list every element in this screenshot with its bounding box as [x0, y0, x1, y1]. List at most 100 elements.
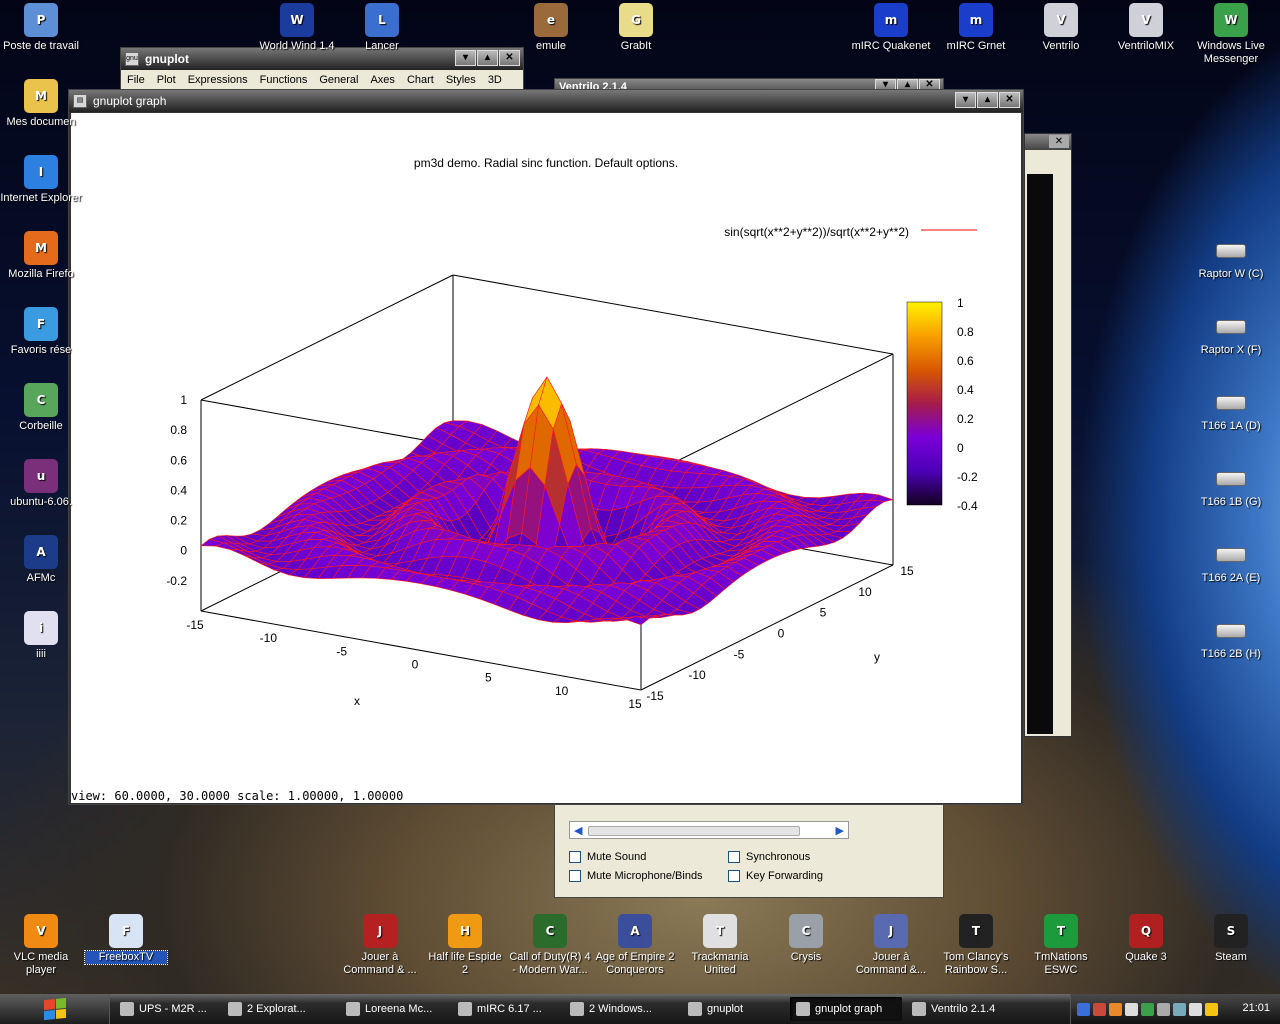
menu-item-styles[interactable]: Styles [440, 74, 482, 86]
menu-item-chart[interactable]: Chart [401, 74, 440, 86]
menu-item-plot[interactable]: Plot [151, 74, 182, 86]
z-tick-label: 0.2 [170, 514, 187, 528]
desktop-icon[interactable]: e emule [510, 3, 592, 53]
gnuplot-window[interactable]: gnu gnuplot ▾ ▴ ✕ File Plot Expressions Funct… [120, 47, 524, 91]
maximize-button[interactable]: ▴ [977, 92, 998, 108]
close-button[interactable]: ✕ [999, 92, 1020, 108]
graph-titlebar[interactable]: ▤ gnuplot graph ▾ ▴ ✕ [69, 90, 1023, 112]
desktop-icon[interactable]: T Tom Clancy's Rainbow S... [935, 914, 1017, 977]
taskbar-button[interactable]: UPS - M2R ... [114, 997, 218, 1021]
taskbar-button[interactable]: 2 Windows... [564, 997, 678, 1021]
desktop-icon[interactable]: u ubuntu-6.06. [0, 459, 82, 509]
checkbox-label: Key Forwarding [746, 870, 824, 882]
desktop-icon[interactable]: F Favoris rése [0, 307, 82, 357]
desktop-icon[interactable]: A Age of Empire 2 Conquerors [594, 914, 676, 977]
taskbar-button[interactable]: Loreena Mc... [340, 997, 448, 1021]
desktop-icon[interactable]: C Call of Duty(R) 4 - Modern War... [509, 914, 591, 977]
desktop-icon[interactable]: L Lancer [341, 3, 423, 53]
desktop-icon[interactable]: Q Quake 3 [1105, 914, 1187, 964]
menu-item-file[interactable]: File [121, 74, 151, 86]
desktop-icon[interactable]: F FreeboxTV [84, 914, 168, 965]
desktop-icon[interactable]: I Internet Explorer [0, 155, 82, 205]
z-tick-label: 0.4 [170, 483, 187, 497]
colorbar-tick-label: 0.4 [957, 383, 974, 397]
desktop-icon[interactable]: J Jouer à Command &... [850, 914, 932, 977]
desktop-icon-label: Raptor W (C) [1198, 268, 1264, 280]
desktop-icon[interactable]: A AFMc [0, 535, 82, 585]
desktop-icon[interactable]: T166 2B (H) [1190, 618, 1272, 661]
taskbar-button[interactable]: Ventrilo 2.1.4 [906, 997, 1018, 1021]
scroll-thumb[interactable] [588, 826, 800, 836]
background-window[interactable]: ✕ [1024, 133, 1072, 737]
menu-item-general[interactable]: General [313, 74, 364, 86]
desktop-icon[interactable]: M Mozilla Firefo [0, 231, 82, 281]
start-button[interactable] [0, 994, 110, 1024]
taskbar-button[interactable]: gnuplot [682, 997, 786, 1021]
menu-item-functions[interactable]: Functions [254, 74, 314, 86]
x-tick-label: 10 [555, 684, 569, 698]
tray-icon[interactable] [1141, 1002, 1154, 1016]
minimize-button[interactable]: ▾ [955, 92, 976, 108]
desktop-icon[interactable]: S Steam [1190, 914, 1272, 964]
winrar-icon: u [24, 459, 58, 493]
desktop-icon[interactable]: M Mes documen [0, 79, 82, 129]
desktop-icon[interactable]: J Jouer à Command & ... [339, 914, 421, 977]
taskbar-button[interactable]: gnuplot graph [790, 997, 902, 1021]
scroll-left-arrow[interactable]: ◀ [574, 824, 582, 837]
mute-microphone-checkbox[interactable]: Mute Microphone/Binds [569, 870, 703, 882]
desktop-icon[interactable]: V Ventrilo [1020, 3, 1102, 53]
menu-item-3d[interactable]: 3D [482, 74, 508, 86]
tray-icon[interactable] [1173, 1002, 1186, 1016]
desktop-icon[interactable]: V VentriloMIX [1105, 3, 1187, 53]
desktop-icon[interactable]: G GrabIt [595, 3, 677, 53]
maximize-button[interactable]: ▴ [477, 50, 498, 66]
desktop-icon[interactable]: T TmNations ESWC [1020, 914, 1102, 977]
background-window-titlebar[interactable]: ✕ [1025, 134, 1071, 150]
menu-item-axes[interactable]: Axes [364, 74, 400, 86]
quake-icon: Q [1129, 914, 1163, 948]
desktop-icon[interactable]: Raptor X (F) [1190, 314, 1272, 357]
desktop-icon[interactable]: T166 1B (G) [1190, 466, 1272, 509]
desktop-icon[interactable]: m mIRC Grnet [935, 3, 1017, 53]
key-forwarding-checkbox[interactable]: Key Forwarding [728, 870, 823, 882]
gnuplot-graph-window[interactable]: ▤ gnuplot graph ▾ ▴ ✕ pm3d demo. Radial si… [68, 89, 1024, 805]
menu-item-expressions[interactable]: Expressions [182, 74, 254, 86]
desktop-icon[interactable]: C Corbeille [0, 383, 82, 433]
checkbox-box[interactable] [569, 851, 581, 863]
synchronous-checkbox[interactable]: Synchronous [728, 851, 810, 863]
desktop-icon[interactable]: P Poste de travail [0, 3, 82, 53]
desktop-icon[interactable]: T166 2A (E) [1190, 542, 1272, 585]
tray-icon[interactable] [1157, 1002, 1170, 1016]
windows-logo-icon [43, 997, 66, 1021]
tray-icon[interactable] [1205, 1002, 1218, 1016]
tray-icon[interactable] [1109, 1002, 1122, 1016]
desktop-icon[interactable]: T166 1A (D) [1190, 390, 1272, 433]
plot-area[interactable]: pm3d demo. Radial sinc function. Default… [71, 113, 1021, 803]
tray-icon[interactable] [1077, 1002, 1090, 1016]
checkbox-box[interactable] [728, 870, 740, 882]
desktop-icon[interactable]: Raptor W (C) [1190, 238, 1272, 281]
x-tick-label: -15 [186, 618, 204, 632]
desktop-icon[interactable]: m mIRC Quakenet [850, 3, 932, 53]
x-tick-label: 0 [412, 658, 419, 672]
desktop-icon[interactable]: W Windows Live Messenger [1190, 3, 1272, 66]
desktop-icon-label: iiii [36, 648, 46, 660]
taskbar-button[interactable]: 2 Explorat... [222, 997, 336, 1021]
scroll-right-arrow[interactable]: ▶ [836, 824, 844, 837]
mute-sound-checkbox[interactable]: Mute Sound [569, 851, 646, 863]
close-button[interactable]: ✕ [1049, 135, 1069, 148]
desktop-icon[interactable]: V VLC media player [0, 914, 82, 977]
desktop-icon[interactable]: i iiii [0, 611, 82, 661]
tray-icon[interactable] [1189, 1002, 1202, 1016]
minimize-button[interactable]: ▾ [455, 50, 476, 66]
ventrilo-scrollbar[interactable]: ◀ ▶ [569, 821, 849, 839]
desktop-icon[interactable]: H Half life Espide 2 [424, 914, 506, 977]
desktop-icon[interactable]: C Crysis [765, 914, 847, 964]
desktop-icon[interactable]: W World Wind 1.4 [256, 3, 338, 53]
taskbar-button[interactable]: mIRC 6.17 ... [452, 997, 560, 1021]
tray-icon[interactable] [1125, 1002, 1138, 1016]
checkbox-box[interactable] [569, 870, 581, 882]
desktop-icon[interactable]: T Trackmania United [679, 914, 761, 977]
tray-icon[interactable] [1093, 1002, 1106, 1016]
checkbox-box[interactable] [728, 851, 740, 863]
